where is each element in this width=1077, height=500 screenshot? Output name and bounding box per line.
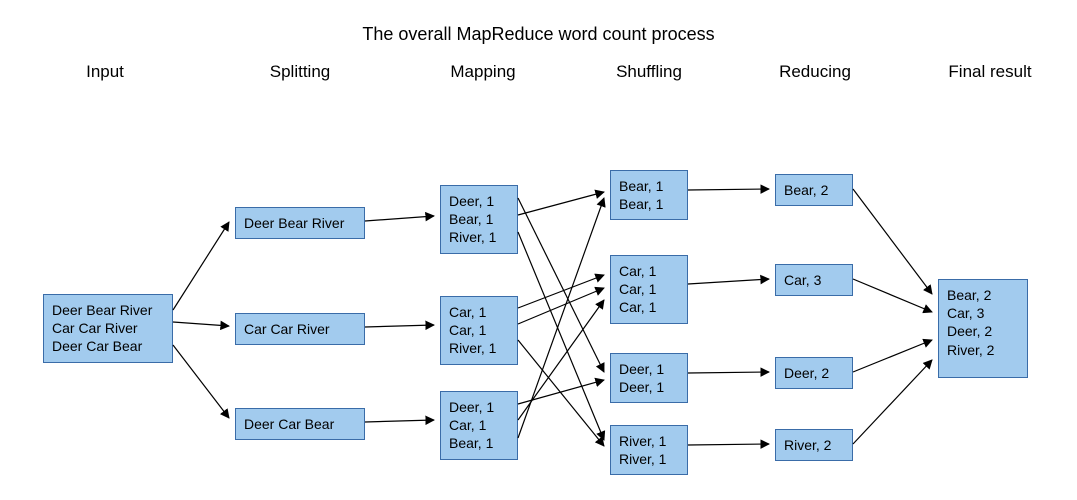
reduce-node-2: Deer, 2 [775, 357, 853, 389]
split-node-0: Deer Bear River [235, 207, 365, 239]
final-node: Bear, 2 Car, 3 Deer, 2 River, 2 [938, 279, 1028, 378]
map-node-1: Car, 1 Car, 1 River, 1 [440, 296, 518, 365]
split-node-1: Car Car River [235, 313, 365, 345]
shuffle-node-1: Car, 1 Car, 1 Car, 1 [610, 255, 688, 324]
stage-label-reducing: Reducing [770, 62, 860, 82]
shuffle-node-2: Deer, 1 Deer, 1 [610, 353, 688, 403]
map-node-2: Deer, 1 Car, 1 Bear, 1 [440, 391, 518, 460]
stage-label-final: Final result [935, 62, 1045, 82]
input-node: Deer Bear River Car Car River Deer Car B… [43, 294, 173, 363]
stage-label-shuffling: Shuffling [604, 62, 694, 82]
reduce-node-3: River, 2 [775, 429, 853, 461]
reduce-node-0: Bear, 2 [775, 174, 853, 206]
shuffle-node-3: River, 1 River, 1 [610, 425, 688, 475]
shuffle-node-0: Bear, 1 Bear, 1 [610, 170, 688, 220]
reduce-node-1: Car, 3 [775, 264, 853, 296]
stage-label-splitting: Splitting [255, 62, 345, 82]
arrows-layer [0, 0, 1077, 500]
stage-label-input: Input [65, 62, 145, 82]
diagram-title: The overall MapReduce word count process [0, 24, 1077, 45]
map-node-0: Deer, 1 Bear, 1 River, 1 [440, 185, 518, 254]
split-node-2: Deer Car Bear [235, 408, 365, 440]
stage-label-mapping: Mapping [438, 62, 528, 82]
